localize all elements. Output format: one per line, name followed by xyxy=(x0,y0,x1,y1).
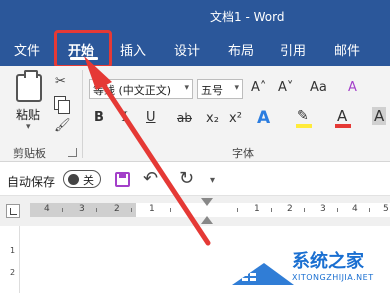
window-title: 文档1 - Word xyxy=(210,10,285,24)
format-painter-icon[interactable]: 🖌 xyxy=(54,118,71,133)
font-name-select[interactable]: 等线 (中文正文) ▾ xyxy=(89,79,193,99)
tab-design[interactable]: 设计 xyxy=(174,40,200,59)
ruler-tick xyxy=(304,208,305,212)
vertical-ruler[interactable] xyxy=(6,226,20,293)
tab-references[interactable]: 引用 xyxy=(280,40,306,59)
font-name-value: 等线 (中文正文) xyxy=(93,84,172,97)
subscript-button[interactable]: x₂ xyxy=(206,111,219,126)
superscript-button[interactable]: x² xyxy=(229,111,242,126)
highlight-button[interactable]: ✎ xyxy=(297,108,309,124)
clipboard-launcher-icon[interactable] xyxy=(68,148,77,157)
paste-button-label[interactable]: 粘贴 xyxy=(16,106,40,123)
grow-font-button[interactable]: A˄ xyxy=(251,80,266,95)
tab-file[interactable]: 文件 xyxy=(14,40,40,59)
redo-icon[interactable]: ↻ xyxy=(179,168,194,189)
paste-icon[interactable] xyxy=(16,70,42,102)
ruler-number: 3 xyxy=(320,204,326,214)
quick-access-toolbar xyxy=(0,162,390,196)
group-divider xyxy=(82,70,83,158)
italic-button[interactable]: I xyxy=(122,110,127,125)
undo-dropdown-icon[interactable]: ▾ xyxy=(163,176,168,186)
ruler-tick xyxy=(96,208,97,212)
cut-icon[interactable]: ✂ xyxy=(55,74,66,89)
character-shading-button[interactable]: A xyxy=(372,107,387,125)
font-size-value: 五号 xyxy=(201,84,223,97)
save-icon[interactable] xyxy=(115,172,130,187)
ruler-tick xyxy=(271,208,272,212)
underline-button[interactable]: U xyxy=(146,110,156,125)
tab-mailings[interactable]: 邮件 xyxy=(334,40,360,59)
ruler-tick xyxy=(62,208,63,212)
title-bar: 文档1 - Word xyxy=(0,0,390,30)
clear-formatting-button[interactable]: A xyxy=(348,80,357,95)
ruler-number: 4 xyxy=(352,204,358,214)
bold-button[interactable]: B xyxy=(94,110,104,125)
tab-insert[interactable]: 插入 xyxy=(120,40,146,59)
highlight-color-swatch xyxy=(296,124,312,128)
ruler-tick xyxy=(369,208,370,212)
ruler-tick xyxy=(131,208,132,212)
first-line-indent-marker[interactable] xyxy=(201,198,213,206)
hanging-indent-marker[interactable] xyxy=(201,216,213,224)
toggle-knob xyxy=(68,174,79,185)
copy-icon[interactable] xyxy=(54,96,70,114)
tab-layout[interactable]: 布局 xyxy=(228,40,254,59)
font-color-button[interactable]: A xyxy=(337,107,347,125)
strikethrough-button[interactable]: ab xyxy=(177,111,192,125)
font-size-select[interactable]: 五号 ▾ xyxy=(197,79,243,99)
tab-highlight-box xyxy=(54,30,112,68)
clipboard-group-label: 剪贴板 xyxy=(13,147,46,160)
watermark-title: 系统之家 xyxy=(292,251,364,272)
watermark-subtitle: XITONGZHIJIA.NET xyxy=(292,273,374,282)
shrink-font-button[interactable]: A˅ xyxy=(278,80,293,95)
paste-dropdown-icon[interactable]: ▾ xyxy=(26,122,31,132)
vertical-ruler-number: 2 xyxy=(10,268,16,277)
tab-stop-selector[interactable] xyxy=(6,204,20,218)
autosave-label: 自动保存 xyxy=(7,175,56,189)
vertical-ruler-number: 1 xyxy=(10,246,16,255)
ruler-number: 2 xyxy=(287,204,293,214)
undo-icon[interactable]: ↶ xyxy=(143,168,158,189)
autosave-state: 关 xyxy=(83,174,94,187)
ruler-number: 1 xyxy=(254,204,260,214)
font-color-swatch xyxy=(335,124,351,128)
text-effects-button[interactable]: A xyxy=(257,108,270,128)
ruler-tick xyxy=(170,208,171,212)
ruler-tick xyxy=(237,208,238,212)
font-group-label: 字体 xyxy=(232,147,254,160)
chevron-down-icon: ▾ xyxy=(184,83,189,93)
ruler-tick xyxy=(337,208,338,212)
ruler-number: 4 xyxy=(44,204,50,214)
ruler-number: 5 xyxy=(383,204,389,214)
ruler-number: 3 xyxy=(79,204,85,214)
chevron-down-icon: ▾ xyxy=(234,83,239,93)
ruler-number: 1 xyxy=(149,204,155,214)
change-case-button[interactable]: Aa xyxy=(310,80,327,95)
ruler-number: 2 xyxy=(114,204,120,214)
customize-toolbar-icon[interactable]: ▾ xyxy=(210,175,215,186)
